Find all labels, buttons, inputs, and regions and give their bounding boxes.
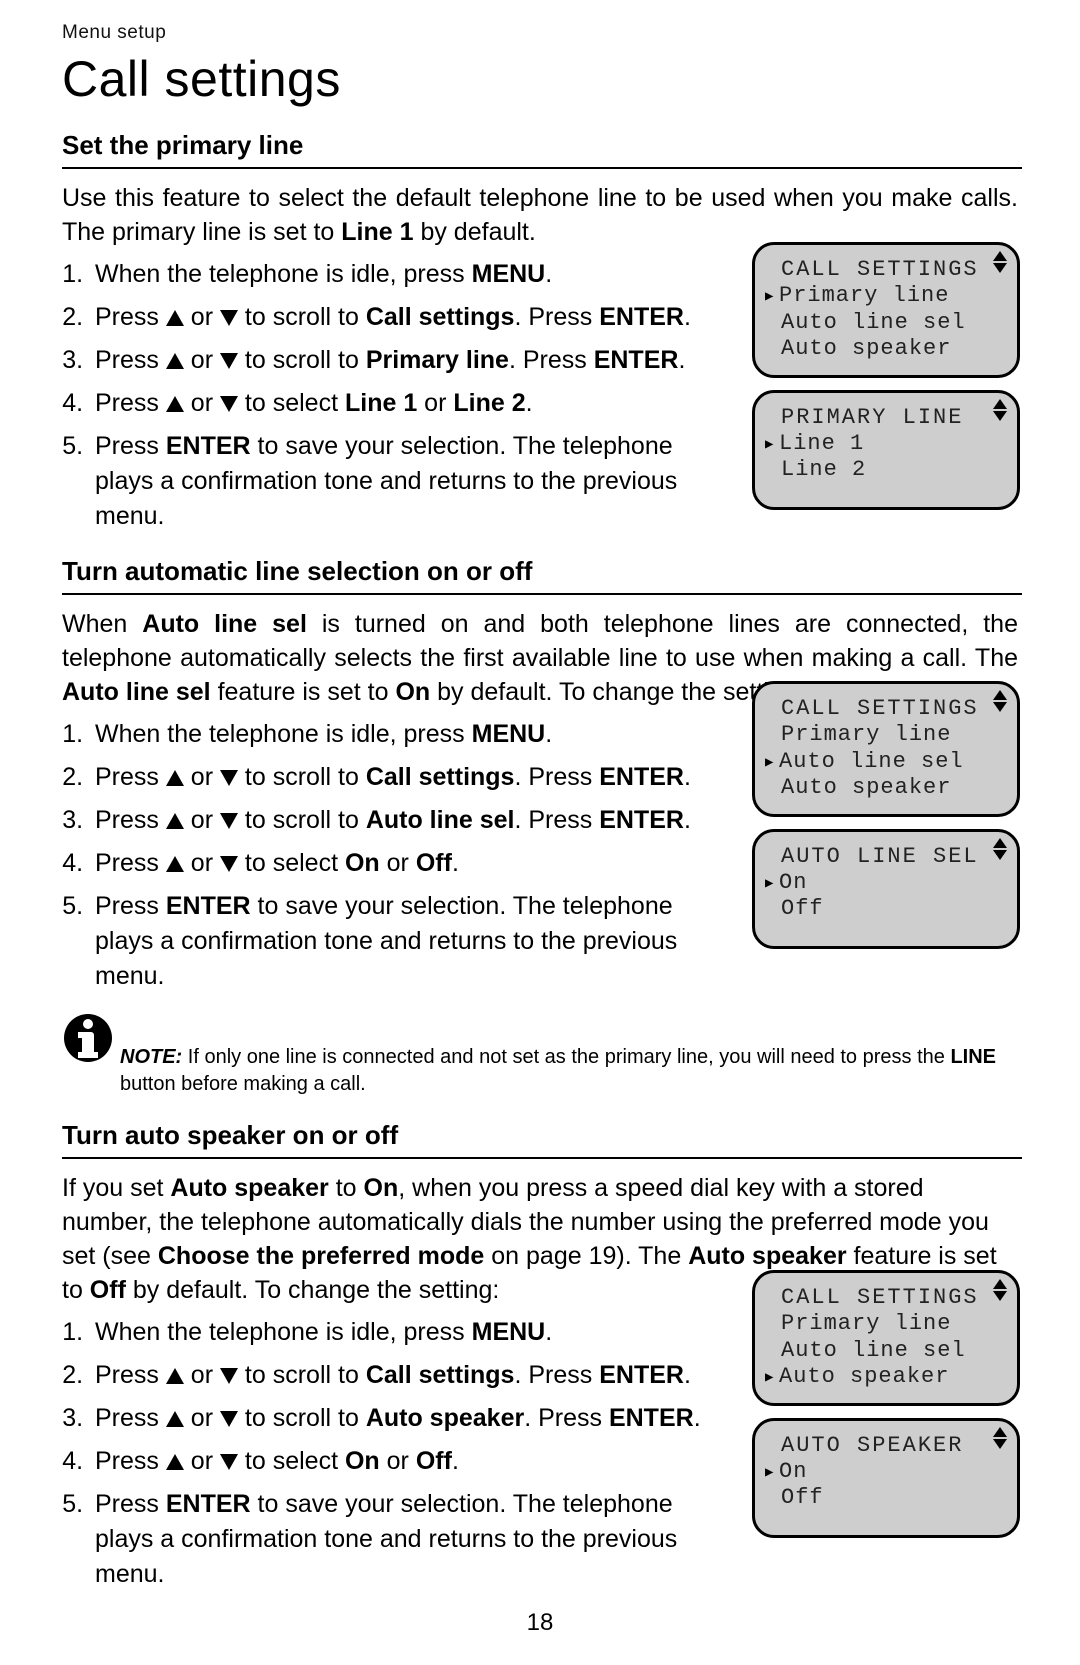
step-item: Press or to scroll to Auto line sel. Pre… bbox=[90, 803, 702, 838]
arrow-up-icon bbox=[166, 770, 184, 786]
lcd-title: AUTO LINE SEL bbox=[767, 844, 1005, 870]
lcd-screen: CALL SETTINGSPrimary lineAuto line selAu… bbox=[752, 1270, 1020, 1406]
note-text: NOTE: If only one line is connected and … bbox=[120, 1044, 1018, 1098]
lcd-group-2: CALL SETTINGSPrimary lineAuto line selAu… bbox=[752, 681, 1020, 961]
lcd-row: Off bbox=[767, 896, 1005, 922]
scroll-indicator-icon bbox=[993, 399, 1007, 421]
step-item: Press or to select On or Off. bbox=[90, 846, 702, 881]
lcd-row: Auto line sel bbox=[767, 749, 1005, 775]
scroll-indicator-icon bbox=[993, 690, 1007, 712]
lcd-title: AUTO SPEAKER bbox=[767, 1433, 1005, 1459]
scroll-indicator-icon bbox=[993, 838, 1007, 860]
arrow-down-icon bbox=[220, 1454, 238, 1470]
lcd-screen: CALL SETTINGSPrimary lineAuto line selAu… bbox=[752, 681, 1020, 817]
steps-auto-speaker: When the telephone is idle, press MENU. P… bbox=[62, 1315, 702, 1592]
arrow-down-icon bbox=[220, 1368, 238, 1384]
arrow-down-icon bbox=[220, 856, 238, 872]
arrow-up-icon bbox=[166, 813, 184, 829]
lcd-row: Primary line bbox=[767, 283, 1005, 309]
step-item: When the telephone is idle, press MENU. bbox=[90, 1315, 702, 1350]
arrow-down-icon bbox=[220, 770, 238, 786]
page-title: Call settings bbox=[62, 50, 1020, 108]
arrow-down-icon bbox=[220, 1411, 238, 1427]
lcd-screen: CALL SETTINGSPrimary lineAuto line selAu… bbox=[752, 242, 1020, 378]
step-item: Press or to scroll to Call settings. Pre… bbox=[90, 300, 702, 335]
arrow-down-icon bbox=[220, 813, 238, 829]
lcd-screen: AUTO LINE SELOnOff bbox=[752, 829, 1020, 949]
lcd-row: Auto speaker bbox=[767, 775, 1005, 801]
heading-auto-speaker: Turn auto speaker on or off bbox=[62, 1120, 1022, 1159]
intro-primary-line: Use this feature to select the default t… bbox=[62, 181, 1018, 249]
lcd-row: Line 1 bbox=[767, 431, 1005, 457]
arrow-up-icon bbox=[166, 1368, 184, 1384]
step-item: Press ENTER to save your selection. The … bbox=[90, 889, 702, 994]
lcd-row: Off bbox=[767, 1485, 1005, 1511]
step-item: Press or to select Line 1 or Line 2. bbox=[90, 386, 702, 421]
lcd-row: Auto line sel bbox=[767, 1338, 1005, 1364]
lcd-title: CALL SETTINGS bbox=[767, 696, 1005, 722]
arrow-down-icon bbox=[220, 396, 238, 412]
heading-auto-line-sel: Turn automatic line selection on or off bbox=[62, 556, 1022, 595]
lcd-group-3: CALL SETTINGSPrimary lineAuto line selAu… bbox=[752, 1270, 1020, 1550]
page-number: 18 bbox=[0, 1609, 1080, 1637]
step-item: Press or to select On or Off. bbox=[90, 1444, 702, 1479]
step-item: Press or to scroll to Primary line. Pres… bbox=[90, 343, 702, 378]
lcd-row: Primary line bbox=[767, 722, 1005, 748]
lcd-row: Auto speaker bbox=[767, 1364, 1005, 1390]
steps-auto-line-sel: When the telephone is idle, press MENU. P… bbox=[62, 717, 702, 994]
step-item: Press or to scroll to Call settings. Pre… bbox=[90, 1358, 702, 1393]
steps-primary-line: When the telephone is idle, press MENU. P… bbox=[62, 257, 702, 534]
info-icon bbox=[62, 1012, 114, 1064]
lcd-row: Primary line bbox=[767, 1311, 1005, 1337]
heading-primary-line: Set the primary line bbox=[62, 130, 1022, 169]
lcd-row: On bbox=[767, 1459, 1005, 1485]
step-item: When the telephone is idle, press MENU. bbox=[90, 257, 702, 292]
arrow-down-icon bbox=[220, 353, 238, 369]
breadcrumb: Menu setup bbox=[62, 22, 1020, 44]
lcd-row: Auto line sel bbox=[767, 310, 1005, 336]
step-item: Press or to scroll to Auto speaker. Pres… bbox=[90, 1401, 702, 1436]
scroll-indicator-icon bbox=[993, 251, 1007, 273]
lcd-row: Auto speaker bbox=[767, 336, 1005, 362]
step-item: Press ENTER to save your selection. The … bbox=[90, 429, 702, 534]
lcd-row: Line 2 bbox=[767, 457, 1005, 483]
lcd-title: PRIMARY LINE bbox=[767, 405, 1005, 431]
arrow-up-icon bbox=[166, 856, 184, 872]
arrow-up-icon bbox=[166, 396, 184, 412]
scroll-indicator-icon bbox=[993, 1427, 1007, 1449]
arrow-up-icon bbox=[166, 353, 184, 369]
arrow-up-icon bbox=[166, 1411, 184, 1427]
lcd-group-1: CALL SETTINGSPrimary lineAuto line selAu… bbox=[752, 242, 1020, 522]
lcd-screen: PRIMARY LINELine 1Line 2 bbox=[752, 390, 1020, 510]
arrow-down-icon bbox=[220, 310, 238, 326]
lcd-row: On bbox=[767, 870, 1005, 896]
lcd-title: CALL SETTINGS bbox=[767, 1285, 1005, 1311]
scroll-indicator-icon bbox=[993, 1279, 1007, 1301]
step-item: Press or to scroll to Call settings. Pre… bbox=[90, 760, 702, 795]
step-item: Press ENTER to save your selection. The … bbox=[90, 1487, 702, 1592]
lcd-title: CALL SETTINGS bbox=[767, 257, 1005, 283]
arrow-up-icon bbox=[166, 310, 184, 326]
arrow-up-icon bbox=[166, 1454, 184, 1470]
step-item: When the telephone is idle, press MENU. bbox=[90, 717, 702, 752]
lcd-screen: AUTO SPEAKEROnOff bbox=[752, 1418, 1020, 1538]
